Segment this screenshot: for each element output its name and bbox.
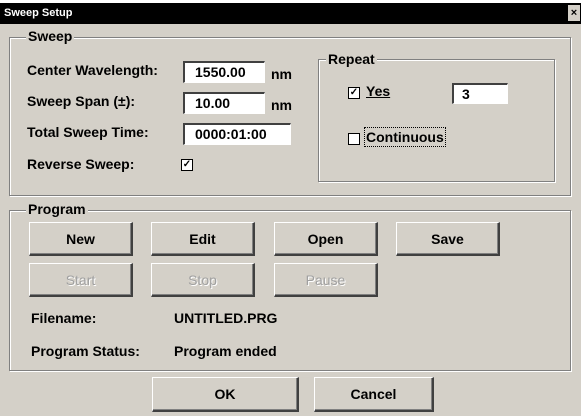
sweep-setup-dialog: Sweep Setup × Sweep Center Wavelength: 1…	[0, 3, 581, 416]
title-bar: Sweep Setup ×	[0, 3, 581, 24]
center-wavelength-label: Center Wavelength:	[27, 62, 158, 78]
sweep-legend: Sweep	[26, 28, 75, 44]
total-sweep-time-label: Total Sweep Time:	[27, 124, 149, 140]
filename-label: Filename:	[31, 310, 97, 326]
ok-button[interactable]: OK	[152, 377, 299, 412]
close-icon[interactable]: ×	[568, 5, 580, 21]
sweep-span-unit: nm	[271, 97, 292, 113]
repeat-yes-checkbox[interactable]: ✓	[348, 87, 360, 99]
program-legend: Program	[26, 201, 88, 217]
continuous-checkbox[interactable]	[348, 133, 360, 145]
reverse-sweep-checkbox[interactable]: ✓	[181, 159, 193, 171]
sweep-span-field[interactable]: 10.00	[183, 92, 265, 114]
program-status-label: Program Status:	[31, 343, 140, 359]
repeat-count-field[interactable]: 3	[452, 83, 508, 104]
sweep-span-label: Sweep Span (±):	[27, 93, 136, 109]
start-button[interactable]: Start	[29, 263, 133, 297]
save-button[interactable]: Save	[396, 222, 500, 256]
new-button[interactable]: New	[29, 222, 133, 256]
repeat-yes-label[interactable]: Yes	[366, 83, 390, 99]
stop-button[interactable]: Stop	[151, 263, 255, 297]
pause-button[interactable]: Pause	[274, 263, 378, 297]
cancel-button[interactable]: Cancel	[314, 377, 434, 412]
checkmark-icon: ✓	[182, 159, 192, 170]
edit-button[interactable]: Edit	[151, 222, 255, 256]
filename-value: UNTITLED.PRG	[174, 310, 278, 326]
reverse-sweep-label: Reverse Sweep:	[27, 156, 135, 172]
program-status-value: Program ended	[174, 343, 277, 359]
center-wavelength-field[interactable]: 1550.00	[183, 61, 265, 83]
repeat-legend: Repeat	[326, 51, 377, 67]
continuous-label[interactable]: Continuous	[364, 127, 446, 147]
window-title: Sweep Setup	[4, 7, 73, 19]
center-wavelength-unit: nm	[271, 66, 292, 82]
open-button[interactable]: Open	[274, 222, 378, 256]
checkmark-icon: ✓	[349, 87, 359, 98]
repeat-group	[318, 59, 555, 182]
total-sweep-time-field[interactable]: 0000:01:00	[183, 123, 291, 145]
